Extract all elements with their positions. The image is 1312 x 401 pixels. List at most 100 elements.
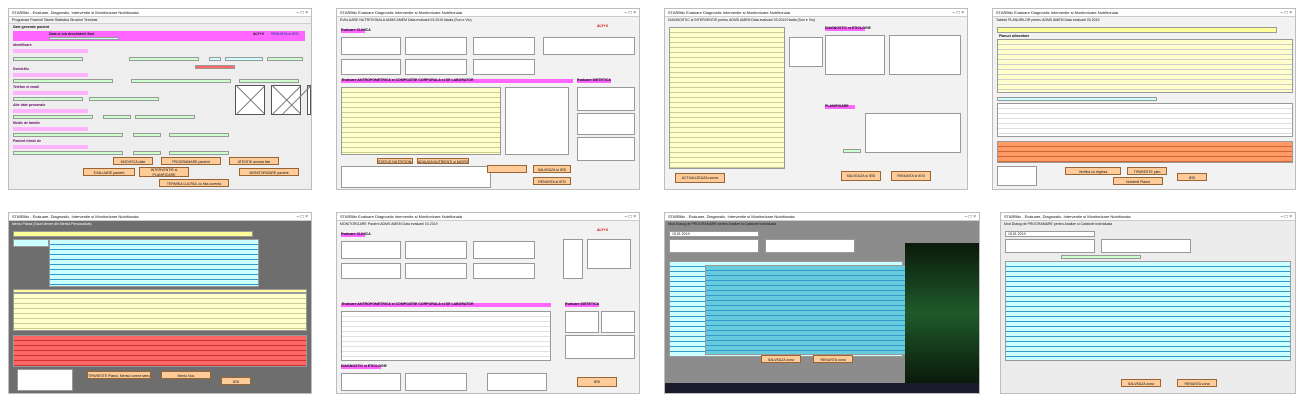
clinice-text-2[interactable] — [405, 37, 467, 55]
verifica-button[interactable]: Verifica cu regimul — [1065, 167, 1121, 175]
clinice-text-1[interactable] — [341, 37, 401, 55]
planuri-table[interactable] — [997, 39, 1293, 93]
stil-field[interactable] — [135, 115, 195, 119]
renunta-label[interactable]: RENUNTA si IESI — [271, 32, 299, 36]
norms-list[interactable] — [789, 37, 823, 67]
clinice-text-2[interactable] — [405, 241, 467, 259]
planificare-text-1[interactable] — [865, 113, 961, 153]
window-controls[interactable]: – □ × — [953, 9, 965, 17]
meniu-items-table[interactable] — [49, 239, 259, 287]
salveaza-button[interactable]: SALVEAZA si IESI — [533, 165, 571, 173]
meniu-list[interactable] — [13, 239, 49, 247]
medic-nume-field[interactable] — [13, 133, 123, 137]
window-controls[interactable]: – □ × — [1281, 213, 1293, 221]
diagnostic-text-1[interactable] — [341, 373, 401, 391]
iesi-button[interactable]: IESI — [1177, 173, 1207, 181]
plan-summary-table[interactable] — [997, 141, 1293, 163]
dietetica-text-2[interactable] — [601, 311, 635, 333]
clinice-text-4[interactable] — [543, 37, 635, 55]
clinice-text-6[interactable] — [473, 263, 535, 279]
lab-table[interactable] — [341, 87, 501, 155]
clinice-text-3[interactable] — [473, 241, 535, 259]
meniu-summary-table[interactable] — [13, 335, 307, 367]
renunta-button[interactable]: RENUNTA si IESI — [891, 171, 931, 181]
renunta-button[interactable]: RENUNTA zona — [813, 355, 853, 363]
tipareste-button[interactable]: TIPARESTE Planul, Meniul curent selectat — [87, 371, 151, 379]
taskbar[interactable] — [665, 383, 979, 393]
photo-placeholder-icon[interactable] — [307, 85, 311, 115]
window-controls[interactable]: – □ × — [625, 9, 637, 17]
renunta-button[interactable]: RENUNTA zona — [1177, 379, 1217, 387]
bottom-fields[interactable] — [341, 166, 491, 188]
telefon-field[interactable] — [13, 97, 83, 101]
localitate-field[interactable] — [13, 79, 113, 83]
nutrients-table[interactable] — [669, 27, 785, 169]
clinice-text-1[interactable] — [341, 241, 401, 259]
dietetica-text-1[interactable] — [565, 311, 599, 333]
profesie-field[interactable] — [13, 115, 93, 119]
info-button[interactable] — [487, 165, 527, 173]
medic-tel-field[interactable] — [133, 133, 161, 137]
trimis-email-field[interactable] — [169, 151, 229, 155]
renunta-button[interactable]: RENUNTA si IESI — [533, 177, 571, 185]
iesi-button[interactable]: IESI — [577, 377, 617, 387]
window-controls[interactable]: – □ × — [965, 213, 977, 221]
modifica-button[interactable]: MODIFICA date — [113, 157, 153, 165]
email-field[interactable] — [89, 97, 159, 101]
lab-sidebar[interactable] — [505, 87, 569, 155]
nutrienti-button[interactable]: ADAUGA NUTRIENTI si MICRONUTRIENTI — [417, 158, 469, 164]
iesi-button[interactable]: IESI — [221, 377, 251, 385]
dietetica-text-1[interactable] — [577, 87, 635, 111]
planificare-value[interactable] — [843, 149, 861, 153]
window-controls[interactable]: – □ × — [297, 213, 309, 221]
diagnostic-text-2[interactable] — [889, 35, 961, 75]
photo-placeholder-icon[interactable] — [235, 85, 265, 115]
medic-email-field[interactable] — [169, 133, 229, 137]
buget-field[interactable] — [103, 115, 131, 119]
clinice-text-3[interactable] — [473, 37, 535, 55]
calendar[interactable] — [587, 239, 631, 269]
nume-field[interactable] — [13, 57, 83, 61]
sex-field[interactable] — [209, 57, 221, 61]
programare-button[interactable]: PROGRAMARE pacient — [161, 157, 221, 165]
plan-list[interactable] — [997, 166, 1037, 186]
salveaza-button[interactable]: SALVEAZA zona — [1121, 379, 1161, 387]
plan-detail-table[interactable] — [997, 103, 1293, 137]
selected-date-field[interactable]: 15.01.2019 — [669, 231, 759, 237]
greutate-field[interactable] — [267, 57, 303, 61]
lab-table[interactable] — [341, 311, 551, 361]
adresa-field[interactable] — [131, 79, 231, 83]
clinice-text-7[interactable] — [473, 59, 535, 75]
window-controls[interactable]: – □ × — [625, 213, 637, 221]
window-controls[interactable]: – □ × — [1281, 9, 1293, 17]
prenume-field[interactable] — [129, 57, 199, 61]
date-list[interactable] — [563, 239, 583, 279]
clinice-text-5[interactable] — [405, 263, 467, 279]
diagnostic-text-3[interactable] — [487, 373, 547, 391]
clinice-text-4[interactable] — [341, 263, 401, 279]
nutrienti-button[interactable]: Nutrienti Planul — [1113, 177, 1163, 185]
cnp-field[interactable] — [195, 65, 235, 69]
trimis-nume-field[interactable] — [13, 151, 123, 155]
monitorizare-button[interactable]: MONITORIZARE pacient — [239, 168, 299, 176]
meniu-detail-table[interactable] — [13, 293, 307, 331]
window-controls[interactable]: – □ × — [297, 9, 309, 17]
interventie-button[interactable]: INTERVENTIE si PLANIFICARE MONITORIZARE — [139, 167, 189, 177]
menu-bar[interactable]: Programari Pacienti Tabele Statistica St… — [9, 17, 311, 24]
salveaza-button[interactable]: SALVEAZA si IESI — [841, 171, 881, 181]
judet-field[interactable] — [239, 79, 299, 83]
status-button[interactable]: STATUS NUTRITIONAL — [377, 158, 413, 164]
dietetica-text-3[interactable] — [565, 335, 635, 359]
meniu-nou-button[interactable]: Meniu Nou — [161, 371, 211, 379]
dietetica-text-3[interactable] — [577, 137, 635, 161]
meniu-bottom-list[interactable] — [17, 369, 73, 391]
tiparire-button[interactable]: TIPARESTE plan — [1127, 167, 1167, 175]
diagnostic-text-1[interactable] — [825, 35, 885, 75]
diagnostic-text-2[interactable] — [405, 373, 467, 391]
date-field[interactable] — [49, 37, 119, 40]
schedule-grid[interactable] — [1005, 261, 1291, 361]
dietetica-text-2[interactable] — [577, 113, 635, 135]
clinice-text-5[interactable] — [341, 59, 401, 75]
trimis-tel-field[interactable] — [133, 151, 161, 155]
selected-date-field[interactable]: 15.01.2019 — [1005, 231, 1095, 237]
